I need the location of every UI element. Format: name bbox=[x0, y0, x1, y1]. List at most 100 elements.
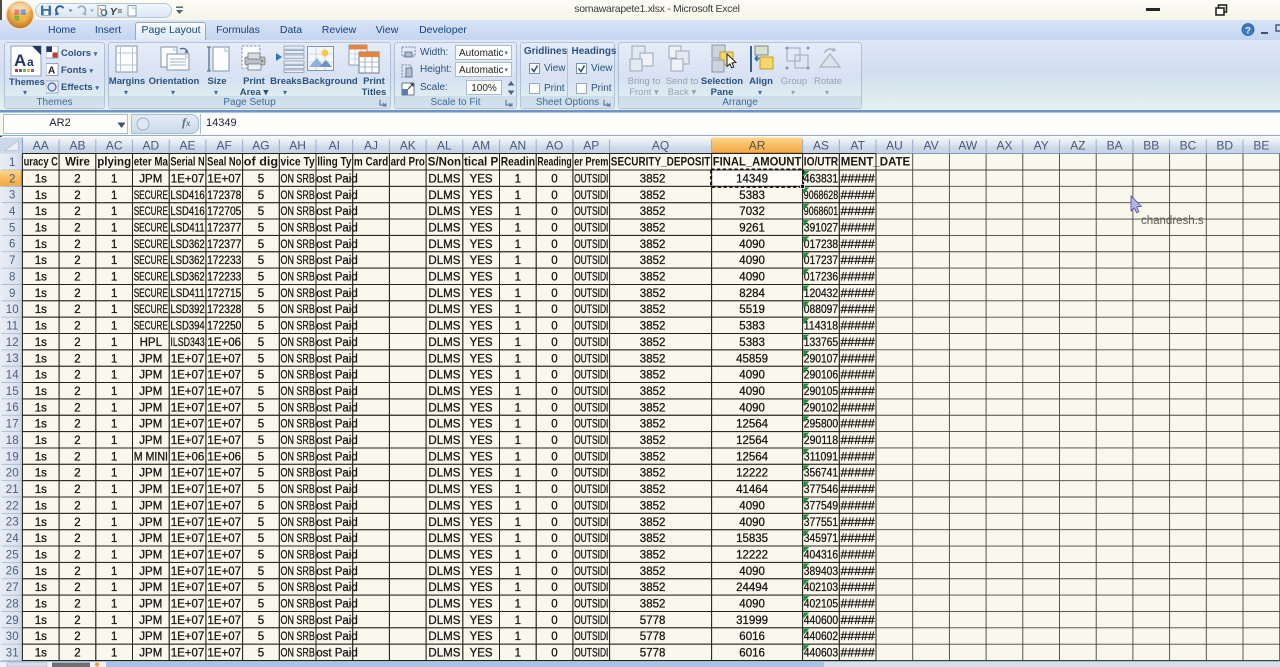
svg-text:2: 2 bbox=[74, 517, 80, 529]
svg-text:345971: 345971 bbox=[804, 533, 838, 545]
svg-text:LSD411: LSD411 bbox=[170, 288, 204, 300]
svg-text:290102: 290102 bbox=[804, 402, 838, 414]
svg-text:AG: AG bbox=[252, 139, 269, 153]
svg-text:1s: 1s bbox=[35, 239, 47, 251]
svg-text:2: 2 bbox=[74, 255, 80, 267]
svg-text:1s: 1s bbox=[35, 549, 47, 561]
svg-text:AA: AA bbox=[33, 139, 49, 153]
svg-text:ON SRB: ON SRB bbox=[281, 631, 316, 643]
svg-text:DLMS: DLMS bbox=[428, 484, 460, 496]
svg-text:120432: 120432 bbox=[804, 288, 838, 300]
svg-text:ON SRB: ON SRB bbox=[281, 599, 316, 611]
svg-text:9: 9 bbox=[9, 288, 15, 300]
svg-text:DLMS: DLMS bbox=[428, 337, 460, 349]
svg-text:JPM: JPM bbox=[139, 353, 162, 365]
svg-text:5: 5 bbox=[258, 419, 264, 431]
svg-text:1E+07: 1E+07 bbox=[207, 615, 241, 627]
svg-text:DLMS: DLMS bbox=[428, 190, 460, 202]
svg-text:OUTSIDI: OUTSIDI bbox=[574, 484, 608, 496]
svg-text:#####: ##### bbox=[841, 190, 876, 202]
svg-text:440603: 440603 bbox=[804, 648, 838, 660]
svg-text:ON SRB: ON SRB bbox=[281, 370, 316, 382]
svg-text:DLMS: DLMS bbox=[428, 517, 460, 529]
svg-text:uracy C: uracy C bbox=[24, 157, 58, 169]
svg-text:0: 0 bbox=[551, 239, 557, 251]
svg-text:1E+07: 1E+07 bbox=[207, 435, 241, 447]
svg-text:1: 1 bbox=[111, 321, 117, 333]
svg-text:DLMS: DLMS bbox=[428, 566, 460, 578]
svg-text:#####: ##### bbox=[841, 239, 876, 251]
svg-text:1: 1 bbox=[111, 435, 117, 447]
svg-text:OUTSIDI: OUTSIDI bbox=[574, 468, 608, 480]
svg-text:YES: YES bbox=[470, 500, 493, 512]
svg-text:DLMS: DLMS bbox=[428, 321, 460, 333]
svg-text:YES: YES bbox=[470, 599, 493, 611]
svg-text:JPM: JPM bbox=[139, 173, 162, 185]
svg-text:#####: ##### bbox=[841, 566, 876, 578]
svg-text:ost Paid: ost Paid bbox=[316, 435, 358, 447]
svg-text:#####: ##### bbox=[841, 631, 876, 643]
svg-text:OUTSIDI: OUTSIDI bbox=[574, 451, 608, 463]
svg-text:1: 1 bbox=[111, 419, 117, 431]
svg-text:9068601: 9068601 bbox=[804, 206, 838, 218]
svg-text:1E+07: 1E+07 bbox=[171, 533, 205, 545]
svg-text:0: 0 bbox=[551, 353, 557, 365]
svg-text:1: 1 bbox=[515, 337, 521, 349]
svg-text:YES: YES bbox=[470, 419, 493, 431]
svg-text:#####: ##### bbox=[841, 222, 876, 234]
svg-text:ON SRB: ON SRB bbox=[281, 615, 316, 627]
svg-text:ON SRB: ON SRB bbox=[281, 321, 316, 333]
svg-text:088097: 088097 bbox=[804, 304, 838, 316]
svg-text:1s: 1s bbox=[35, 648, 47, 660]
svg-text:4090: 4090 bbox=[739, 402, 765, 414]
svg-text:ost Paid: ost Paid bbox=[316, 272, 358, 284]
svg-text:172233: 172233 bbox=[207, 272, 241, 284]
svg-text:3852: 3852 bbox=[640, 272, 666, 284]
svg-text:1: 1 bbox=[515, 484, 521, 496]
svg-text:1: 1 bbox=[515, 500, 521, 512]
svg-text:5: 5 bbox=[258, 549, 264, 561]
svg-text:JPM: JPM bbox=[139, 419, 162, 431]
svg-text:5: 5 bbox=[258, 631, 264, 643]
svg-text:JPM: JPM bbox=[139, 615, 162, 627]
svg-text:1E+07: 1E+07 bbox=[207, 484, 241, 496]
svg-text:AE: AE bbox=[179, 139, 195, 153]
svg-text:4090: 4090 bbox=[739, 386, 765, 398]
svg-text:LSD362: LSD362 bbox=[170, 239, 204, 251]
svg-text:1E+07: 1E+07 bbox=[171, 599, 205, 611]
svg-text:377551: 377551 bbox=[804, 517, 838, 529]
svg-text:ard Pro: ard Pro bbox=[391, 157, 425, 169]
svg-text:ON SRB: ON SRB bbox=[281, 206, 316, 218]
svg-text:1E+07: 1E+07 bbox=[171, 402, 205, 414]
svg-text:2: 2 bbox=[74, 631, 80, 643]
svg-text:YES: YES bbox=[470, 321, 493, 333]
svg-text:ost Paid: ost Paid bbox=[316, 321, 358, 333]
svg-text:2: 2 bbox=[74, 648, 80, 660]
svg-text:OUTSIDI: OUTSIDI bbox=[574, 272, 608, 284]
svg-text:3852: 3852 bbox=[640, 353, 666, 365]
svg-text:AS: AS bbox=[813, 139, 829, 153]
svg-text:1E+07: 1E+07 bbox=[207, 370, 241, 382]
svg-text:4090: 4090 bbox=[739, 272, 765, 284]
svg-text:295800: 295800 bbox=[804, 419, 838, 431]
svg-text:1: 1 bbox=[111, 517, 117, 529]
svg-text:OUTSIDI: OUTSIDI bbox=[574, 599, 608, 611]
svg-text:ON SRB: ON SRB bbox=[281, 435, 316, 447]
svg-text:1E+07: 1E+07 bbox=[171, 582, 205, 594]
svg-text:1E+07: 1E+07 bbox=[171, 500, 205, 512]
svg-text:YES: YES bbox=[470, 582, 493, 594]
svg-text:5: 5 bbox=[258, 566, 264, 578]
svg-text:41464: 41464 bbox=[736, 484, 769, 496]
svg-text:1E+07: 1E+07 bbox=[171, 648, 205, 660]
svg-text:3852: 3852 bbox=[640, 402, 666, 414]
svg-text:SECURE: SECURE bbox=[134, 304, 169, 316]
svg-text:YES: YES bbox=[470, 222, 493, 234]
svg-text:5778: 5778 bbox=[640, 631, 666, 643]
svg-text:2: 2 bbox=[74, 468, 80, 480]
svg-text:1s: 1s bbox=[35, 533, 47, 545]
svg-text:5: 5 bbox=[258, 386, 264, 398]
svg-text:1: 1 bbox=[111, 173, 117, 185]
svg-text:9261: 9261 bbox=[739, 222, 765, 234]
svg-text:LSD392: LSD392 bbox=[170, 304, 204, 316]
svg-text:1: 1 bbox=[515, 566, 521, 578]
